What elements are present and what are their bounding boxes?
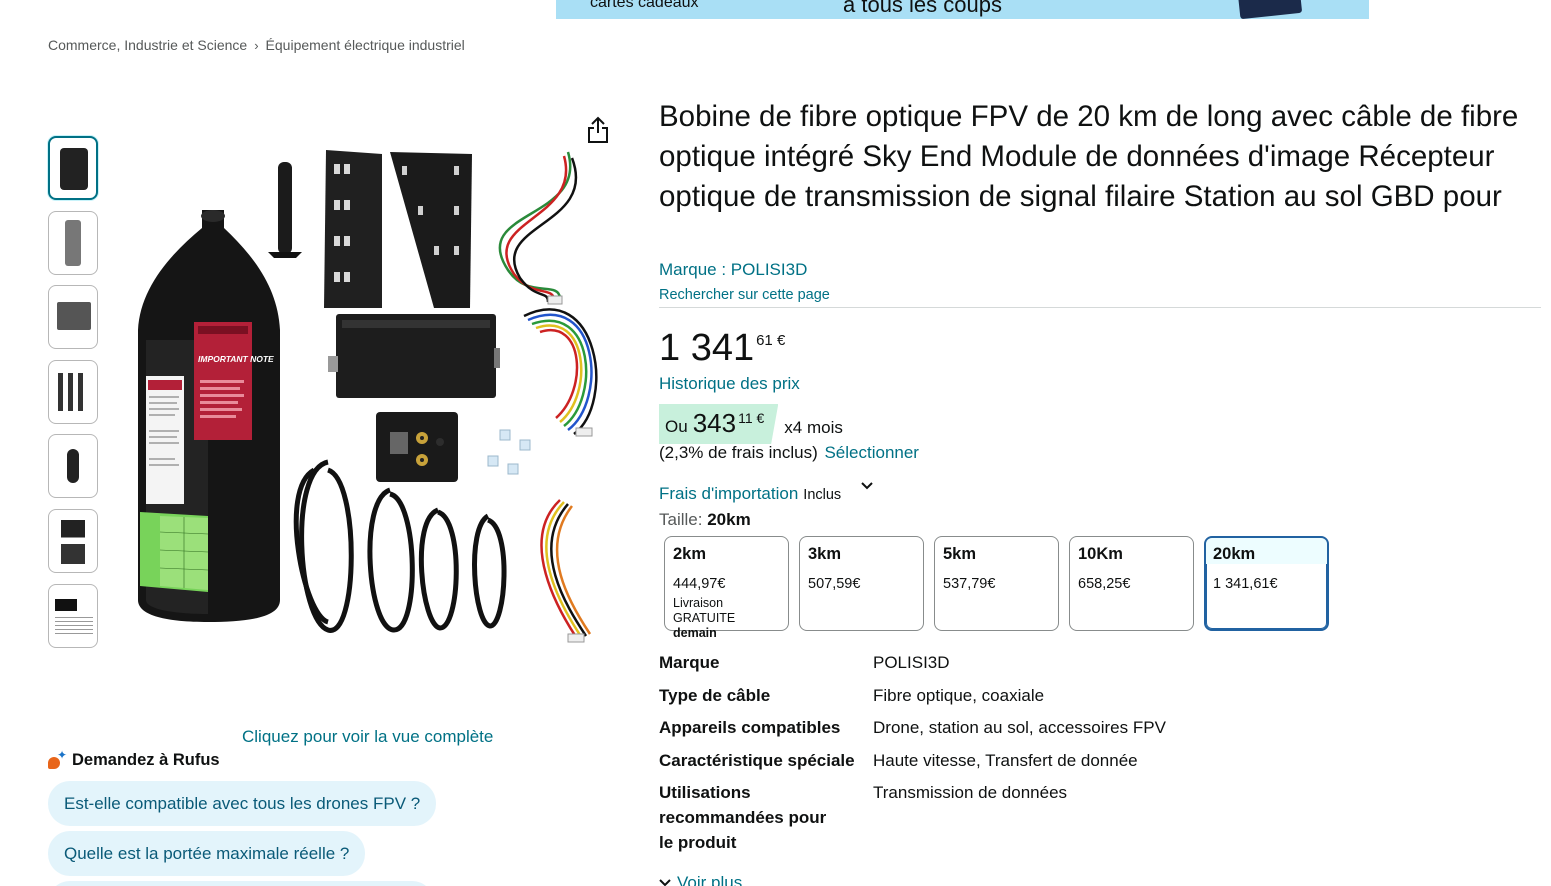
thumbnail-3[interactable]	[48, 285, 98, 350]
size-option-price: 537,79€	[943, 576, 996, 592]
product-main-image[interactable]: IMPORTANT NOTE	[128, 140, 620, 650]
spec-key: Marque	[659, 653, 720, 672]
spec-key: Appareils compatibles	[659, 718, 841, 737]
thumbnail-6[interactable]	[48, 508, 98, 573]
price: 1 341 61 €	[659, 326, 785, 370]
size-option-name: 2km	[673, 545, 707, 563]
product-title: Bobine de fibre optique FPV de 20 km de …	[659, 100, 1519, 213]
spec-row-marque: Marque POLISI3D	[659, 650, 1259, 675]
import-fees: Frais d'importation Inclus	[659, 482, 873, 504]
promo-banner[interactable]: cartes cadeaux à tous les coups	[556, 0, 1369, 19]
delivery-line-1: Livraison	[673, 596, 724, 610]
size-option-10km[interactable]: 10Km 658,25€	[1069, 536, 1194, 631]
breadcrumb-separator: ›	[254, 37, 259, 53]
size-option-name: 10Km	[1078, 545, 1123, 563]
installment-fraction: 11 €	[738, 410, 765, 426]
installment-pill: Ou 343 11 €	[659, 404, 779, 444]
size-option-delivery: Livraison GRATUITE demain	[673, 596, 780, 641]
spec-row-cable-type: Type de câble Fibre optique, coaxiale	[659, 683, 1259, 708]
size-option-3km[interactable]: 3km 507,59€	[799, 536, 924, 631]
breadcrumb: Commerce, Industrie et Science › Équipem…	[48, 37, 465, 53]
price-whole: 1 341	[659, 327, 755, 369]
spec-row-compatible-devices: Appareils compatibles Drone, station au …	[659, 715, 1259, 740]
size-option-name: 20km	[1213, 545, 1256, 563]
size-label-text: Taille:	[659, 510, 703, 529]
breadcrumb-item-equipement[interactable]: Équipement électrique industriel	[266, 37, 465, 53]
import-fees-status: Inclus	[803, 487, 842, 503]
delivery-line-3: demain	[673, 626, 717, 640]
breadcrumb-item-commerce[interactable]: Commerce, Industrie et Science	[48, 37, 247, 53]
rufus-title-text: Demandez à Rufus	[72, 751, 220, 769]
size-label: Taille: 20km	[659, 510, 751, 530]
size-option-5km[interactable]: 5km 537,79€	[934, 536, 1059, 631]
thumbnail-7[interactable]	[48, 583, 98, 648]
gift-card-image	[1237, 0, 1303, 19]
share-icon[interactable]	[586, 116, 610, 144]
rufus-question-3[interactable]	[48, 881, 434, 886]
size-option-name: 5km	[943, 545, 977, 563]
installment-term: x4 mois	[784, 418, 843, 437]
spec-key: Utilisations recommandées pour le produi…	[659, 783, 827, 852]
size-option-name: 3km	[808, 545, 842, 563]
rufus-question-1[interactable]: Est-elle compatible avec tous les drones…	[48, 781, 437, 826]
spec-value: POLISI3D	[873, 653, 950, 672]
import-fees-link[interactable]: Frais d'importation	[659, 484, 798, 504]
installment-offer: Ou 343 11 € x4 mois	[659, 404, 843, 444]
size-option-20km[interactable]: 20km 1 341,61€	[1204, 536, 1329, 631]
spec-key: Caractéristique spéciale	[659, 750, 855, 770]
rufus-question-2[interactable]: Quelle est la portée maximale réelle ?	[48, 831, 366, 876]
delivery-line-2: GRATUITE	[673, 611, 736, 625]
spec-row-special-feature: Caractéristique spéciale Haute vitesse, …	[659, 748, 1259, 773]
size-option-price: 1 341,61€	[1213, 576, 1278, 592]
spec-row-recommended-uses: Utilisations recommandées pour le produi…	[659, 780, 1259, 855]
thumbnail-1[interactable]	[48, 136, 98, 200]
price-fraction: 61 €	[756, 332, 786, 349]
full-view-link[interactable]: Cliquez pour voir la vue complète	[242, 727, 493, 747]
size-option-price: 507,59€	[808, 576, 861, 592]
banner-mid-text: à tous les coups	[843, 0, 1002, 17]
installment-prefix: Ou	[665, 417, 688, 436]
chevron-down-icon[interactable]	[860, 478, 874, 492]
size-option-price: 444,97€	[673, 576, 726, 592]
size-option-2km[interactable]: 2km 444,97€ Livraison GRATUITE demain	[664, 536, 789, 640]
product-specs: Marque POLISI3D Type de câble Fibre opti…	[659, 650, 1259, 855]
thumbnail-4[interactable]	[48, 359, 98, 424]
installment-fees-text: (2,3% de frais inclus)	[659, 443, 818, 462]
spec-value: Haute vitesse, Transfert de donnée	[873, 750, 1138, 770]
see-more-link[interactable]: Voir plus	[659, 873, 742, 886]
banner-left-text: cartes cadeaux	[590, 0, 699, 11]
thumbnail-2[interactable]	[48, 210, 98, 275]
spec-value: Transmission de données	[873, 783, 1068, 802]
thumbnail-5[interactable]	[48, 434, 98, 499]
installment-select-link[interactable]: Sélectionner	[824, 443, 919, 462]
image-note-title: IMPORTANT NOTE	[198, 354, 274, 364]
spec-value: Fibre optique, coaxiale	[873, 685, 1045, 705]
size-selected-value: 20km	[707, 510, 751, 529]
spec-value: Drone, station au sol, accessoires FPV	[873, 718, 1166, 737]
size-options: 2km 444,97€ Livraison GRATUITE demain 3k…	[664, 536, 1329, 640]
rufus-heading: Demandez à Rufus	[48, 748, 220, 770]
divider	[659, 307, 1541, 308]
price-history-link[interactable]: Historique des prix	[659, 374, 800, 394]
thumbnail-list	[48, 136, 98, 658]
chevron-down-icon	[659, 879, 671, 886]
see-more-text: Voir plus	[677, 873, 743, 886]
spec-key: Type de câble	[659, 685, 771, 705]
brand-link[interactable]: Marque : POLISI3D	[659, 260, 807, 280]
search-page-link[interactable]: Rechercher sur cette page	[659, 287, 830, 303]
rufus-icon	[48, 748, 67, 770]
installment-fees: (2,3% de frais inclus) Sélectionner	[659, 443, 919, 463]
size-option-price: 658,25€	[1078, 576, 1131, 592]
installment-whole: 343	[692, 408, 737, 438]
